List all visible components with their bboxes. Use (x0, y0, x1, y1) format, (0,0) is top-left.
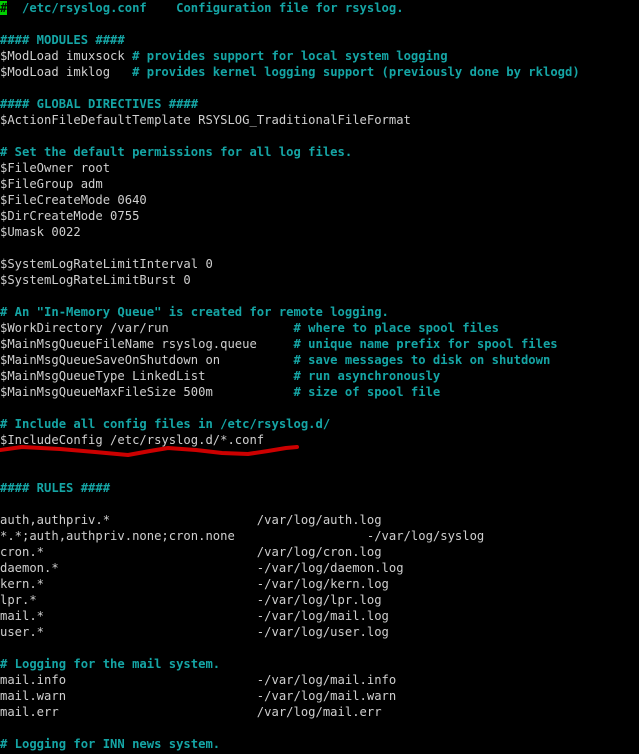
code-line: mail.info -/var/log/mail.info (0, 672, 639, 688)
code-line: $FileGroup adm (0, 176, 639, 192)
directive-text: $FileGroup adm (0, 177, 103, 191)
directive-text: user.* -/var/log/user.log (0, 625, 389, 639)
code-line: $SystemLogRateLimitBurst 0 (0, 272, 639, 288)
terminal-window[interactable]: # /etc/rsyslog.conf Configuration file f… (0, 0, 639, 754)
directive-text: $MainMsgQueueType LinkedList (0, 369, 294, 383)
inline-comment-text: # size of spool file (293, 385, 441, 399)
directive-text: kern.* -/var/log/kern.log (0, 577, 389, 591)
directive-text: $FileOwner root (0, 161, 111, 175)
inline-comment-text: # provides support for local system logg… (132, 49, 448, 63)
comment-text: #### RULES #### (0, 481, 111, 495)
code-line: *.*;auth,authpriv.none;cron.none -/var/l… (0, 528, 639, 544)
directive-text: $WorkDirectory /var/run (0, 321, 294, 335)
code-line: lpr.* -/var/log/lpr.log (0, 592, 639, 608)
code-line: $ModLoad imklog # provides kernel loggin… (0, 64, 639, 80)
directive-text: mail.info -/var/log/mail.info (0, 673, 397, 687)
code-line: kern.* -/var/log/kern.log (0, 576, 639, 592)
code-line: $MainMsgQueueSaveOnShutdown on # save me… (0, 352, 639, 368)
code-line: cron.* /var/log/cron.log (0, 544, 639, 560)
directive-text: $MainMsgQueueMaxFileSize 500m (0, 385, 294, 399)
directive-text: $ActionFileDefaultTemplate RSYSLOG_Tradi… (0, 113, 411, 127)
comment-text: #### GLOBAL DIRECTIVES #### (0, 97, 199, 111)
code-line: daemon.* -/var/log/daemon.log (0, 560, 639, 576)
directive-text: $Umask 0022 (0, 225, 81, 239)
inline-comment-text: # unique name prefix for spool files (293, 337, 558, 351)
comment-text: #### MODULES #### (0, 33, 125, 47)
code-line: # An "In-Memory Queue" is created for re… (0, 304, 639, 320)
inline-comment-text: # run asynchronously (293, 369, 441, 383)
directive-text: $DirCreateMode 0755 (0, 209, 140, 223)
code-line: $FileOwner root (0, 160, 639, 176)
code-line: # Logging for the mail system. (0, 656, 639, 672)
directive-text: $FileCreateMode 0640 (0, 193, 147, 207)
comment-text: # Logging for the mail system. (0, 657, 221, 671)
inline-comment-text: # provides kernel logging support (previ… (132, 65, 580, 79)
directive-text: auth,authpriv.* /var/log/auth.log (0, 513, 382, 527)
code-line: $IncludeConfig /etc/rsyslog.d/*.conf (0, 432, 639, 448)
directive-text: lpr.* -/var/log/lpr.log (0, 593, 382, 607)
config-file-content[interactable]: # /etc/rsyslog.conf Configuration file f… (0, 0, 639, 752)
comment-text: # Logging for INN news system. (0, 737, 221, 751)
directive-text: $SystemLogRateLimitInterval 0 (0, 257, 213, 271)
inline-comment-text: # where to place spool files (293, 321, 499, 335)
directive-text: mail.warn -/var/log/mail.warn (0, 689, 397, 703)
code-line: mail.warn -/var/log/mail.warn (0, 688, 639, 704)
code-line: mail.err /var/log/mail.err (0, 704, 639, 720)
directive-text: daemon.* -/var/log/daemon.log (0, 561, 404, 575)
comment-text: /etc/rsyslog.conf Configuration file for… (7, 1, 404, 15)
directive-text: *.*;auth,authpriv.none;cron.none -/var/l… (0, 529, 485, 543)
directive-text: $SystemLogRateLimitBurst 0 (0, 273, 191, 287)
directive-text: $MainMsgQueueSaveOnShutdown on (0, 353, 294, 367)
code-line: $SystemLogRateLimitInterval 0 (0, 256, 639, 272)
code-line: user.* -/var/log/user.log (0, 624, 639, 640)
comment-text: # An "In-Memory Queue" is created for re… (0, 305, 389, 319)
comment-text: # Set the default permissions for all lo… (0, 145, 353, 159)
code-line: auth,authpriv.* /var/log/auth.log (0, 512, 639, 528)
directive-text: cron.* /var/log/cron.log (0, 545, 382, 559)
code-line: $MainMsgQueueType LinkedList # run async… (0, 368, 639, 384)
code-line: $MainMsgQueueFileName rsyslog.queue # un… (0, 336, 639, 352)
code-line: # Include all config files in /etc/rsysl… (0, 416, 639, 432)
code-line: # Logging for INN news system. (0, 736, 639, 752)
code-line: $FileCreateMode 0640 (0, 192, 639, 208)
code-line: $DirCreateMode 0755 (0, 208, 639, 224)
code-line: # /etc/rsyslog.conf Configuration file f… (0, 0, 639, 16)
inline-comment-text: # save messages to disk on shutdown (293, 353, 551, 367)
directive-text: $ModLoad imuxsock (0, 49, 133, 63)
directive-text: mail.* -/var/log/mail.log (0, 609, 389, 623)
comment-text: # Include all config files in /etc/rsysl… (0, 417, 331, 431)
code-line: $ModLoad imuxsock # provides support for… (0, 48, 639, 64)
code-line: $Umask 0022 (0, 224, 639, 240)
code-line: $WorkDirectory /var/run # where to place… (0, 320, 639, 336)
code-line: #### MODULES #### (0, 32, 639, 48)
directive-text: mail.err /var/log/mail.err (0, 705, 382, 719)
code-line: # Set the default permissions for all lo… (0, 144, 639, 160)
code-line: #### GLOBAL DIRECTIVES #### (0, 96, 639, 112)
code-line: $ActionFileDefaultTemplate RSYSLOG_Tradi… (0, 112, 639, 128)
directive-text: $IncludeConfig /etc/rsyslog.d/*.conf (0, 433, 265, 447)
code-line: #### RULES #### (0, 480, 639, 496)
directive-text: $ModLoad imklog (0, 65, 133, 79)
code-line: $MainMsgQueueMaxFileSize 500m # size of … (0, 384, 639, 400)
directive-text: $MainMsgQueueFileName rsyslog.queue (0, 337, 294, 351)
code-line: mail.* -/var/log/mail.log (0, 608, 639, 624)
